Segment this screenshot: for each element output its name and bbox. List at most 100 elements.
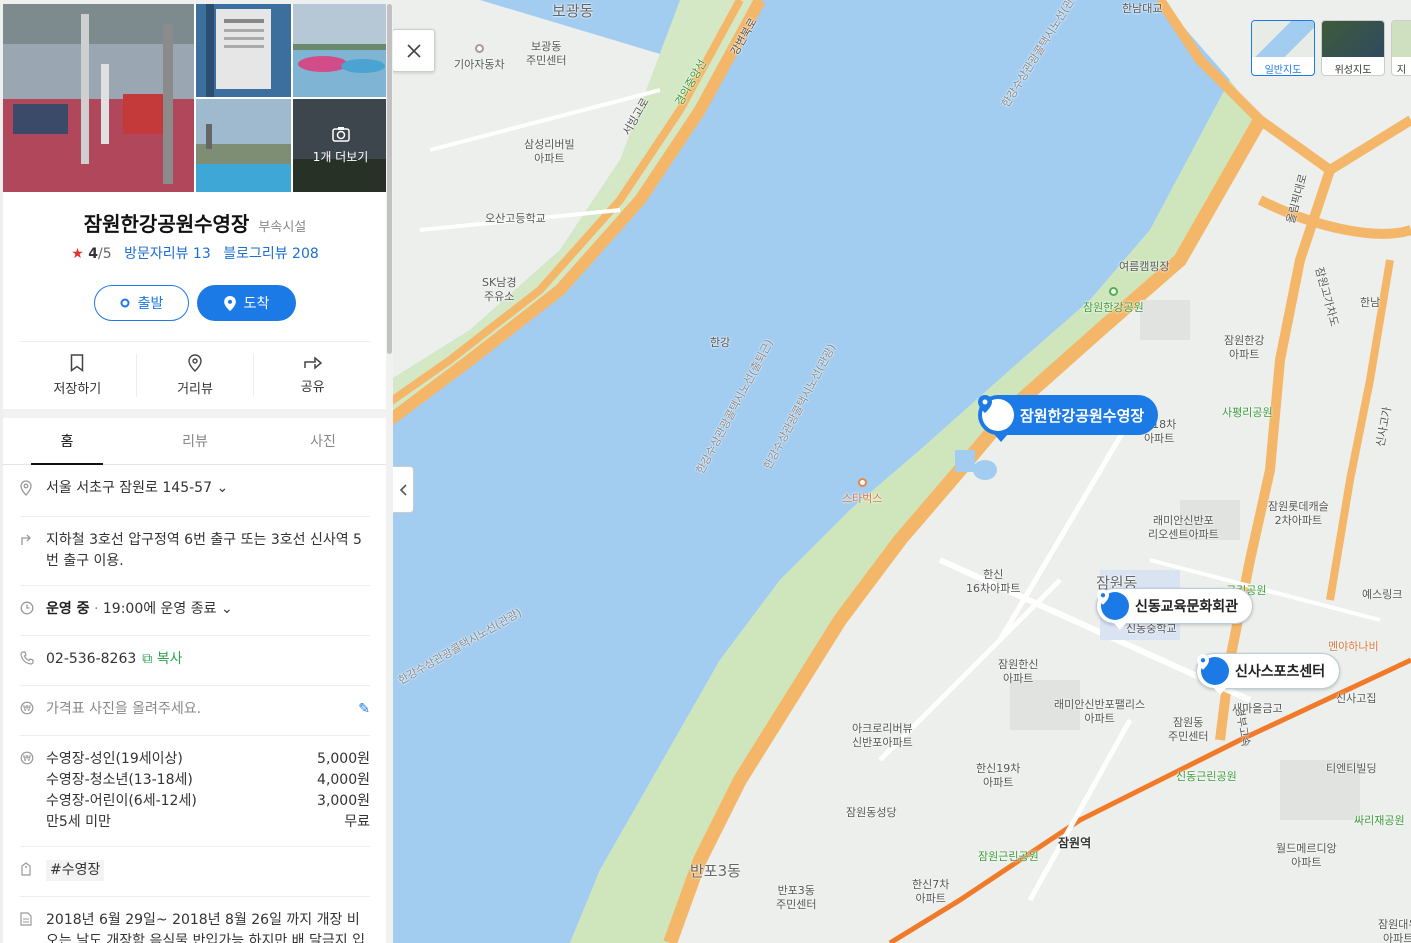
pin-jamwon-pool[interactable]: 잠원한강공원수영장 (978, 395, 1159, 442)
info-list: 서울 서초구 잠원로 145-57 ⌄ 지하철 3호선 압구정역 6번 출구 또… (3, 465, 387, 943)
label-jamwon-daewoo: 잠원대우 아파트 (1378, 918, 1411, 943)
tag-pool[interactable]: #수영장 (46, 860, 105, 881)
collapse-panel-button[interactable] (393, 466, 414, 513)
chevron-left-icon (399, 483, 407, 496)
label-hanshin16: 한신 16차아파트 (966, 568, 1021, 595)
photo-gallery: 1개 더보기 (3, 4, 387, 192)
label-jamwon-station: 잠원역 (1058, 836, 1092, 850)
label-hannam-ic: 한남 (1360, 296, 1381, 309)
pin-sinsa-sports[interactable]: 신사스포츠센터 (1196, 653, 1341, 695)
label-hangang: 한강 (710, 336, 731, 349)
pin-sindong-culture[interactable]: 신동교육문화회관 (1096, 588, 1254, 630)
price-photo-row[interactable]: ₩ 가격표 사진을 올려주세요. ✎ (20, 686, 370, 736)
tab-home[interactable]: 홈 (3, 418, 131, 465)
label-lotte: 잠원롯데캐슬 2차아파트 (1268, 500, 1329, 527)
copy-icon: ⧉ (142, 651, 153, 667)
document-icon (20, 912, 32, 926)
label-hanshin19: 한신19차 아파트 (976, 762, 1021, 789)
won-icon: ₩ (20, 701, 34, 715)
action-bar: 저장하기 거리뷰 공유 (19, 341, 371, 397)
tab-photos[interactable]: 사진 (259, 418, 387, 464)
svg-text:₩: ₩ (23, 704, 31, 713)
directions-text: 지하철 3호선 압구정역 6번 출구 또는 3호선 신사역 5번 출구 이용. (46, 532, 362, 569)
title-block: 잠원한강공원수영장 부속시설 ★ 4/5 방문자리뷰 13 블로그리뷰 208 (3, 192, 387, 263)
price-item: 만5세 미만 무료 (46, 814, 370, 830)
label-yesrink: 예스링크 (1362, 588, 1403, 601)
phone-icon (20, 651, 34, 665)
distance-view-button[interactable]: 거리뷰 (137, 354, 255, 397)
rating-row: ★ 4/5 방문자리뷰 13 블로그리뷰 208 (3, 243, 387, 263)
photo-3[interactable] (293, 4, 387, 97)
label-catholic: 잠원동성당 (846, 806, 897, 819)
hours-status: 운영 중 (46, 601, 90, 617)
label-bogwang: 보광동 (552, 2, 594, 20)
label-raemian-river: 래미안신반포 리오센트아파트 (1148, 514, 1219, 541)
place-title: 잠원한강공원수영장 (83, 212, 250, 236)
map-type-normal[interactable]: 일반지도 (1251, 20, 1315, 76)
blog-reviews-link[interactable]: 블로그리뷰 208 (223, 246, 319, 262)
map-type-terrain[interactable]: 지 (1391, 20, 1411, 76)
label-menya: 멘야하나비 (1328, 640, 1379, 653)
close-button[interactable] (392, 29, 435, 72)
label-worldmerdian: 월드메르디앙 아파트 (1276, 842, 1337, 869)
app-root: 보광동 기아자동차 보광동 주민센터 삼성리버빌 아파트 오산고등학교 SK남경… (0, 0, 1411, 943)
location-pin-icon (1097, 589, 1129, 620)
clock-icon (20, 601, 34, 615)
map-type-selector: 일반지도 위성지도 지 (1251, 20, 1411, 76)
label-hannam-bridge: 한남대교 (1122, 2, 1163, 15)
label-banpo3-center: 반포3동 주민센터 (776, 884, 817, 911)
save-button[interactable]: 저장하기 (19, 354, 137, 397)
address-row[interactable]: 서울 서초구 잠원로 145-57 ⌄ (20, 465, 370, 517)
label-hanshin7: 한신7차 아파트 (912, 878, 950, 905)
map-pin-outline-icon (188, 354, 202, 372)
photo-2[interactable] (196, 4, 291, 97)
phone-number: 02-536-8263 (46, 651, 137, 667)
photo-more-overlay[interactable]: 1개 더보기 (293, 99, 387, 192)
tag-icon (21, 862, 31, 876)
photo-4[interactable] (196, 99, 291, 192)
tab-reviews[interactable]: 리뷰 (131, 418, 259, 464)
tag-row: #수영장 (20, 847, 370, 897)
label-tienti: 티엔티빌딩 (1326, 762, 1377, 775)
label-sindong-park: 신동근린공원 (1176, 770, 1237, 783)
photo-more[interactable]: 1개 더보기 (293, 99, 387, 192)
location-pin-icon (978, 395, 1014, 431)
description-row[interactable]: 2018년 6월 29일~ 2018년 8월 26일 까지 개장 비오는 날도 … (20, 897, 370, 943)
rating-max: /5 (97, 246, 112, 262)
rating-value: 4 (88, 246, 98, 262)
star-icon: ★ (71, 246, 84, 262)
arrive-button[interactable]: 도착 (197, 285, 296, 321)
label-sk: SK남경 주유소 (482, 276, 517, 303)
scrollbar-thumb[interactable] (387, 4, 392, 354)
location-pin-icon (1197, 654, 1229, 685)
share-icon (303, 356, 322, 370)
price-item: 수영장-어린이(6세-12세) 3,000원 (46, 793, 370, 809)
hours-row[interactable]: 운영 중 · 19:00에 운영 종료 ⌄ (20, 586, 370, 636)
start-dot-icon (120, 298, 130, 308)
map-type-satellite[interactable]: 위성지도 (1321, 20, 1385, 76)
edit-pencil-icon[interactable]: ✎ (358, 699, 370, 722)
photo-main[interactable] (3, 4, 194, 192)
label-kia: 기아자동차 (454, 44, 505, 72)
place-category: 부속시설 (258, 220, 307, 235)
start-button[interactable]: 출발 (94, 285, 189, 321)
label-jamwon-center: 잠원동 주민센터 (1168, 716, 1209, 743)
panel-scrollbar[interactable] (386, 4, 393, 943)
price-list: 수영장-성인(19세이상) 5,000원 수영장-청소년(13-18세) 4,000… (46, 749, 370, 833)
bookmark-icon (71, 354, 84, 372)
description-text: 2018년 6월 29일~ 2018년 8월 26일 까지 개장 비오는 날도 … (46, 912, 365, 943)
label-ssijae: 싸리재공원 (1354, 814, 1405, 827)
label-jamwon-park: 잠원한강공원 (1083, 287, 1144, 315)
copy-phone-button[interactable]: ⧉ 복사 (142, 651, 182, 667)
share-button[interactable]: 공유 (254, 354, 371, 397)
close-icon (406, 43, 421, 58)
chevron-down-icon[interactable]: ⌄ (216, 480, 228, 496)
visitor-reviews-link[interactable]: 방문자리뷰 13 (124, 246, 211, 262)
label-raemian-palace: 래미안신반포팰리스 아파트 (1054, 698, 1146, 725)
hours-detail: 19:00에 운영 종료 (102, 601, 217, 617)
chevron-down-icon[interactable]: ⌄ (221, 601, 233, 617)
directions-icon (21, 534, 31, 545)
label-jamwon-geunrin: 잠원근린공원 (978, 850, 1039, 863)
label-bogwang-center: 보광동 주민센터 (526, 40, 567, 67)
directions-row: 지하철 3호선 압구정역 6번 출구 또는 3호선 신사역 5번 출구 이용. (20, 517, 370, 586)
